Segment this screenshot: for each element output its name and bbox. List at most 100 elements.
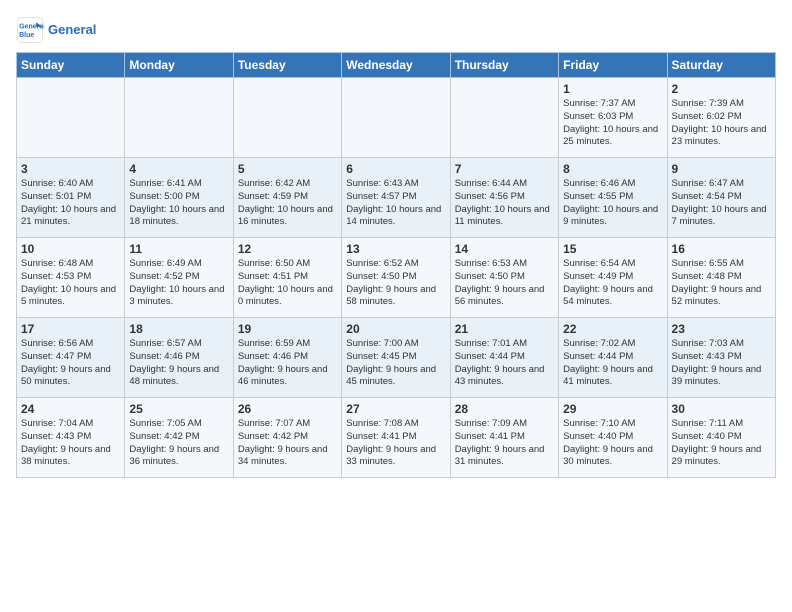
day-info: Sunrise: 6:48 AM Sunset: 4:53 PM Dayligh…	[21, 258, 120, 309]
calendar-cell: 16 Sunrise: 6:55 AM Sunset: 4:48 PM Dayli…	[667, 238, 775, 318]
day-number: 1	[563, 82, 662, 96]
day-info: Sunrise: 6:55 AM Sunset: 4:48 PM Dayligh…	[672, 258, 771, 309]
calendar-cell: 12 Sunrise: 6:50 AM Sunset: 4:51 PM Dayli…	[233, 238, 341, 318]
day-info: Sunrise: 7:00 AM Sunset: 4:45 PM Dayligh…	[346, 338, 445, 389]
calendar-cell: 23Sunrise: 7:03 AM Sunset: 4:43 PM Dayli…	[667, 318, 775, 398]
day-info: Sunrise: 7:39 AM Sunset: 6:02 PM Dayligh…	[672, 98, 771, 149]
calendar-cell	[17, 78, 125, 158]
calendar-cell	[233, 78, 341, 158]
calendar-cell: 15Sunrise: 6:54 AM Sunset: 4:49 PM Dayli…	[559, 238, 667, 318]
day-info: Sunrise: 7:01 AM Sunset: 4:44 PM Dayligh…	[455, 338, 554, 389]
day-info: Sunrise: 6:42 AM Sunset: 4:59 PM Dayligh…	[238, 178, 337, 229]
calendar-cell: 9 Sunrise: 6:47 AM Sunset: 4:54 PM Daylig…	[667, 158, 775, 238]
calendar-cell: 22 Sunrise: 7:02 AM Sunset: 4:44 PM Dayli…	[559, 318, 667, 398]
day-number: 9	[672, 162, 771, 176]
calendar-cell: 14 Sunrise: 6:53 AM Sunset: 4:50 PM Dayli…	[450, 238, 558, 318]
day-number: 30	[672, 402, 771, 416]
day-info: Sunrise: 7:11 AM Sunset: 4:40 PM Dayligh…	[672, 418, 771, 469]
day-number: 15	[563, 242, 662, 256]
calendar-cell: 2Sunrise: 7:39 AM Sunset: 6:02 PM Daylig…	[667, 78, 775, 158]
day-number: 26	[238, 402, 337, 416]
day-number: 19	[238, 322, 337, 336]
page-header: General Blue General	[16, 16, 776, 44]
calendar-cell: 30 Sunrise: 7:11 AM Sunset: 4:40 PM Dayli…	[667, 398, 775, 478]
day-info: Sunrise: 6:46 AM Sunset: 4:55 PM Dayligh…	[563, 178, 662, 229]
day-header-wednesday: Wednesday	[342, 53, 450, 78]
day-info: Sunrise: 6:56 AM Sunset: 4:47 PM Dayligh…	[21, 338, 120, 389]
day-number: 24	[21, 402, 120, 416]
calendar-cell: 5 Sunrise: 6:42 AM Sunset: 4:59 PM Daylig…	[233, 158, 341, 238]
day-number: 20	[346, 322, 445, 336]
day-info: Sunrise: 6:52 AM Sunset: 4:50 PM Dayligh…	[346, 258, 445, 309]
calendar-cell: 1Sunrise: 7:37 AM Sunset: 6:03 PM Daylig…	[559, 78, 667, 158]
calendar-cell: 7 Sunrise: 6:44 AM Sunset: 4:56 PM Daylig…	[450, 158, 558, 238]
day-header-saturday: Saturday	[667, 53, 775, 78]
calendar-week-3: 10 Sunrise: 6:48 AM Sunset: 4:53 PM Dayli…	[17, 238, 776, 318]
day-info: Sunrise: 7:10 AM Sunset: 4:40 PM Dayligh…	[563, 418, 662, 469]
day-info: Sunrise: 6:44 AM Sunset: 4:56 PM Dayligh…	[455, 178, 554, 229]
svg-text:General: General	[19, 23, 44, 30]
day-info: Sunrise: 7:03 AM Sunset: 4:43 PM Dayligh…	[672, 338, 771, 389]
day-info: Sunrise: 7:04 AM Sunset: 4:43 PM Dayligh…	[21, 418, 120, 469]
calendar-cell: 4 Sunrise: 6:41 AM Sunset: 5:00 PM Daylig…	[125, 158, 233, 238]
calendar-cell: 20 Sunrise: 7:00 AM Sunset: 4:45 PM Dayli…	[342, 318, 450, 398]
calendar-week-1: 1Sunrise: 7:37 AM Sunset: 6:03 PM Daylig…	[17, 78, 776, 158]
calendar-cell: 17 Sunrise: 6:56 AM Sunset: 4:47 PM Dayli…	[17, 318, 125, 398]
calendar-week-2: 3 Sunrise: 6:40 AM Sunset: 5:01 PM Daylig…	[17, 158, 776, 238]
day-number: 14	[455, 242, 554, 256]
day-number: 13	[346, 242, 445, 256]
day-info: Sunrise: 7:05 AM Sunset: 4:42 PM Dayligh…	[129, 418, 228, 469]
day-info: Sunrise: 6:43 AM Sunset: 4:57 PM Dayligh…	[346, 178, 445, 229]
day-number: 10	[21, 242, 120, 256]
calendar-body: 1Sunrise: 7:37 AM Sunset: 6:03 PM Daylig…	[17, 78, 776, 478]
calendar-week-5: 24 Sunrise: 7:04 AM Sunset: 4:43 PM Dayli…	[17, 398, 776, 478]
calendar-cell	[342, 78, 450, 158]
day-number: 6	[346, 162, 445, 176]
day-header-tuesday: Tuesday	[233, 53, 341, 78]
day-info: Sunrise: 6:59 AM Sunset: 4:46 PM Dayligh…	[238, 338, 337, 389]
day-info: Sunrise: 6:41 AM Sunset: 5:00 PM Dayligh…	[129, 178, 228, 229]
day-header-monday: Monday	[125, 53, 233, 78]
day-number: 16	[672, 242, 771, 256]
calendar-table: SundayMondayTuesdayWednesdayThursdayFrid…	[16, 52, 776, 478]
calendar-cell: 13 Sunrise: 6:52 AM Sunset: 4:50 PM Dayli…	[342, 238, 450, 318]
day-info: Sunrise: 6:47 AM Sunset: 4:54 PM Dayligh…	[672, 178, 771, 229]
day-number: 18	[129, 322, 228, 336]
day-info: Sunrise: 6:40 AM Sunset: 5:01 PM Dayligh…	[21, 178, 120, 229]
calendar-cell: 8 Sunrise: 6:46 AM Sunset: 4:55 PM Daylig…	[559, 158, 667, 238]
calendar-cell: 29Sunrise: 7:10 AM Sunset: 4:40 PM Dayli…	[559, 398, 667, 478]
calendar-cell: 3 Sunrise: 6:40 AM Sunset: 5:01 PM Daylig…	[17, 158, 125, 238]
calendar-cell: 26Sunrise: 7:07 AM Sunset: 4:42 PM Dayli…	[233, 398, 341, 478]
calendar-cell: 19 Sunrise: 6:59 AM Sunset: 4:46 PM Dayli…	[233, 318, 341, 398]
day-info: Sunrise: 6:53 AM Sunset: 4:50 PM Dayligh…	[455, 258, 554, 309]
logo-text: General	[48, 22, 96, 38]
calendar-cell: 24 Sunrise: 7:04 AM Sunset: 4:43 PM Dayli…	[17, 398, 125, 478]
day-number: 28	[455, 402, 554, 416]
calendar-cell: 27Sunrise: 7:08 AM Sunset: 4:41 PM Dayli…	[342, 398, 450, 478]
day-info: Sunrise: 7:09 AM Sunset: 4:41 PM Dayligh…	[455, 418, 554, 469]
day-number: 3	[21, 162, 120, 176]
day-number: 5	[238, 162, 337, 176]
day-number: 21	[455, 322, 554, 336]
svg-text:Blue: Blue	[19, 32, 34, 39]
day-number: 7	[455, 162, 554, 176]
calendar-cell: 6 Sunrise: 6:43 AM Sunset: 4:57 PM Daylig…	[342, 158, 450, 238]
calendar-cell	[450, 78, 558, 158]
day-number: 8	[563, 162, 662, 176]
day-number: 17	[21, 322, 120, 336]
day-header-sunday: Sunday	[17, 53, 125, 78]
day-info: Sunrise: 7:08 AM Sunset: 4:41 PM Dayligh…	[346, 418, 445, 469]
day-number: 12	[238, 242, 337, 256]
logo: General Blue General	[16, 16, 96, 44]
day-info: Sunrise: 7:02 AM Sunset: 4:44 PM Dayligh…	[563, 338, 662, 389]
day-number: 22	[563, 322, 662, 336]
day-info: Sunrise: 6:50 AM Sunset: 4:51 PM Dayligh…	[238, 258, 337, 309]
day-number: 4	[129, 162, 228, 176]
day-header-thursday: Thursday	[450, 53, 558, 78]
calendar-cell: 18Sunrise: 6:57 AM Sunset: 4:46 PM Dayli…	[125, 318, 233, 398]
calendar-cell: 11Sunrise: 6:49 AM Sunset: 4:52 PM Dayli…	[125, 238, 233, 318]
calendar-cell	[125, 78, 233, 158]
day-header-friday: Friday	[559, 53, 667, 78]
logo-icon: General Blue	[16, 16, 44, 44]
calendar-week-4: 17 Sunrise: 6:56 AM Sunset: 4:47 PM Dayli…	[17, 318, 776, 398]
